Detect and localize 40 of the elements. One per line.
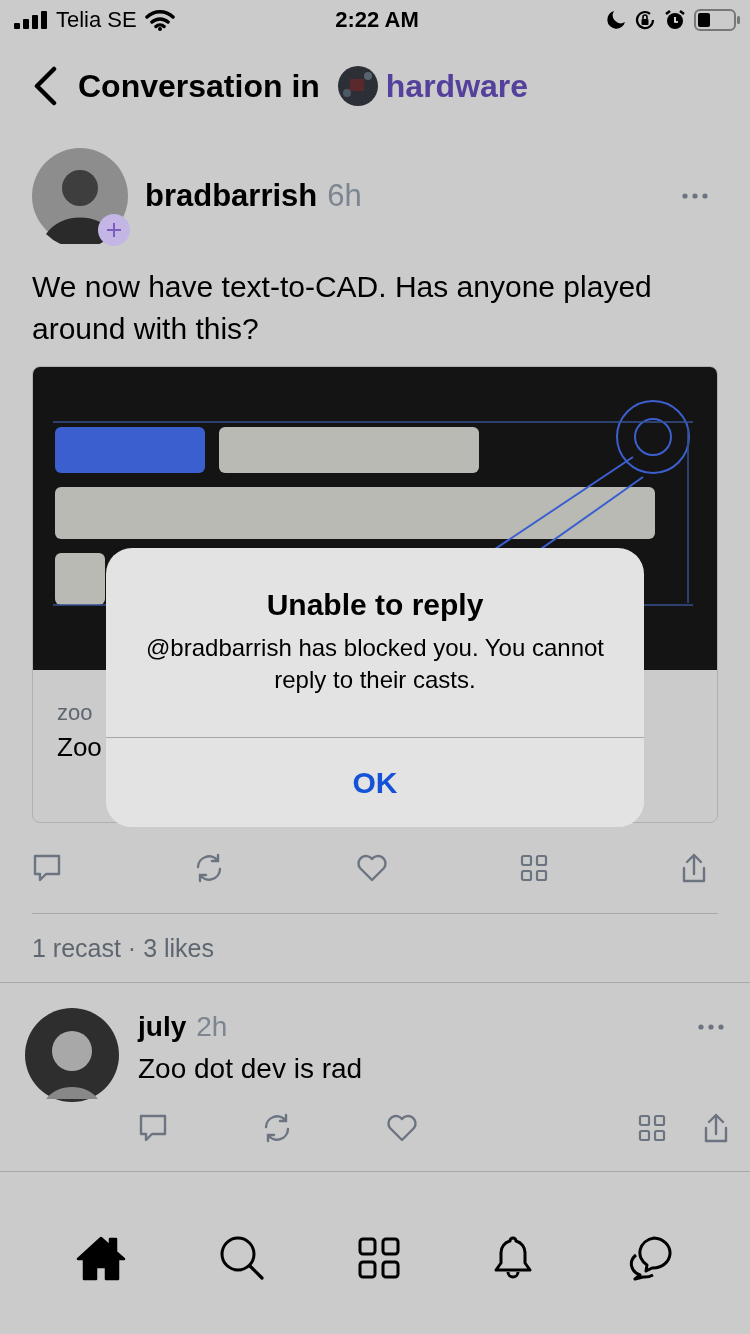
comment-icon[interactable] (32, 853, 62, 883)
reply-text: Zoo dot dev is rad (138, 1053, 364, 1085)
dialog-title: Unable to reply (266, 588, 484, 622)
wifi-icon (144, 9, 175, 31)
user-avatar[interactable] (32, 148, 128, 244)
share-icon[interactable] (680, 852, 708, 884)
channel-name[interactable]: hardware (385, 67, 529, 105)
reply-time: 2h (196, 1011, 228, 1043)
heart-icon[interactable] (386, 1113, 418, 1143)
home-icon[interactable] (76, 1235, 127, 1281)
signal-icon (14, 11, 48, 29)
share-icon[interactable] (702, 1112, 730, 1144)
moon-icon (606, 10, 626, 30)
post-text: We now have text-to-CAD. Has anyone played around with this? (32, 269, 653, 347)
link-domain: zoo (57, 700, 94, 726)
follow-badge[interactable] (98, 214, 130, 246)
grid-icon[interactable] (358, 1237, 400, 1279)
more-icon[interactable] (698, 1024, 724, 1030)
battery-icon (694, 9, 740, 31)
carrier-name: Telia SE (56, 7, 137, 33)
bell-icon[interactable] (492, 1235, 533, 1281)
header-title: Conversation in (78, 67, 320, 105)
author-name[interactable]: bradbarrish (145, 178, 318, 214)
post-stats[interactable]: 1 recast · 3 likes (32, 914, 718, 982)
alarm-icon (664, 9, 686, 31)
search-icon[interactable] (219, 1235, 266, 1281)
recast-icon[interactable] (262, 1113, 292, 1143)
dialog-message: @bradbarrish has blocked you. You cannot reply to their casts. (146, 633, 604, 695)
rotation-lock-icon (634, 9, 656, 31)
heart-icon[interactable] (356, 853, 388, 883)
more-icon[interactable] (682, 193, 708, 199)
back-icon[interactable] (32, 66, 58, 106)
comment-icon[interactable] (138, 1113, 168, 1143)
author-name[interactable]: july (138, 1011, 187, 1043)
clock-time: 2:22 AM (335, 7, 419, 33)
post-time: 6h (327, 178, 362, 214)
link-title: Zoo (57, 732, 103, 763)
user-avatar[interactable] (24, 1007, 120, 1103)
recast-icon[interactable] (194, 853, 224, 883)
channel-avatar[interactable] (337, 66, 378, 106)
